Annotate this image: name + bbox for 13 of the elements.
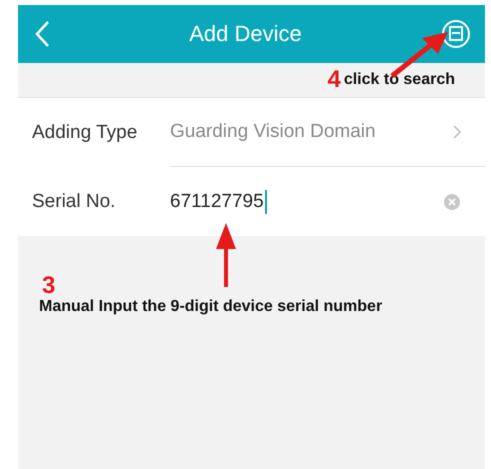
window-title: Add Device [189, 21, 302, 47]
step-number: 4 [327, 66, 341, 94]
chevron-icon [453, 125, 461, 139]
serial-input-field[interactable]: 671127795 [170, 190, 267, 214]
search-icon[interactable] [440, 19, 471, 49]
back-icon[interactable] [34, 20, 50, 48]
clear-icon[interactable] [443, 192, 461, 210]
arrow-icon [214, 223, 238, 289]
step-number: 3 [42, 274, 56, 298]
field-label: Serial No. [31, 190, 116, 212]
annotation-text: Manual Input the 9-digit device serial number [39, 298, 384, 316]
adding-type-value[interactable]: Guarding Vision Domain [170, 121, 376, 143]
field-label: Adding Type [31, 122, 138, 144]
